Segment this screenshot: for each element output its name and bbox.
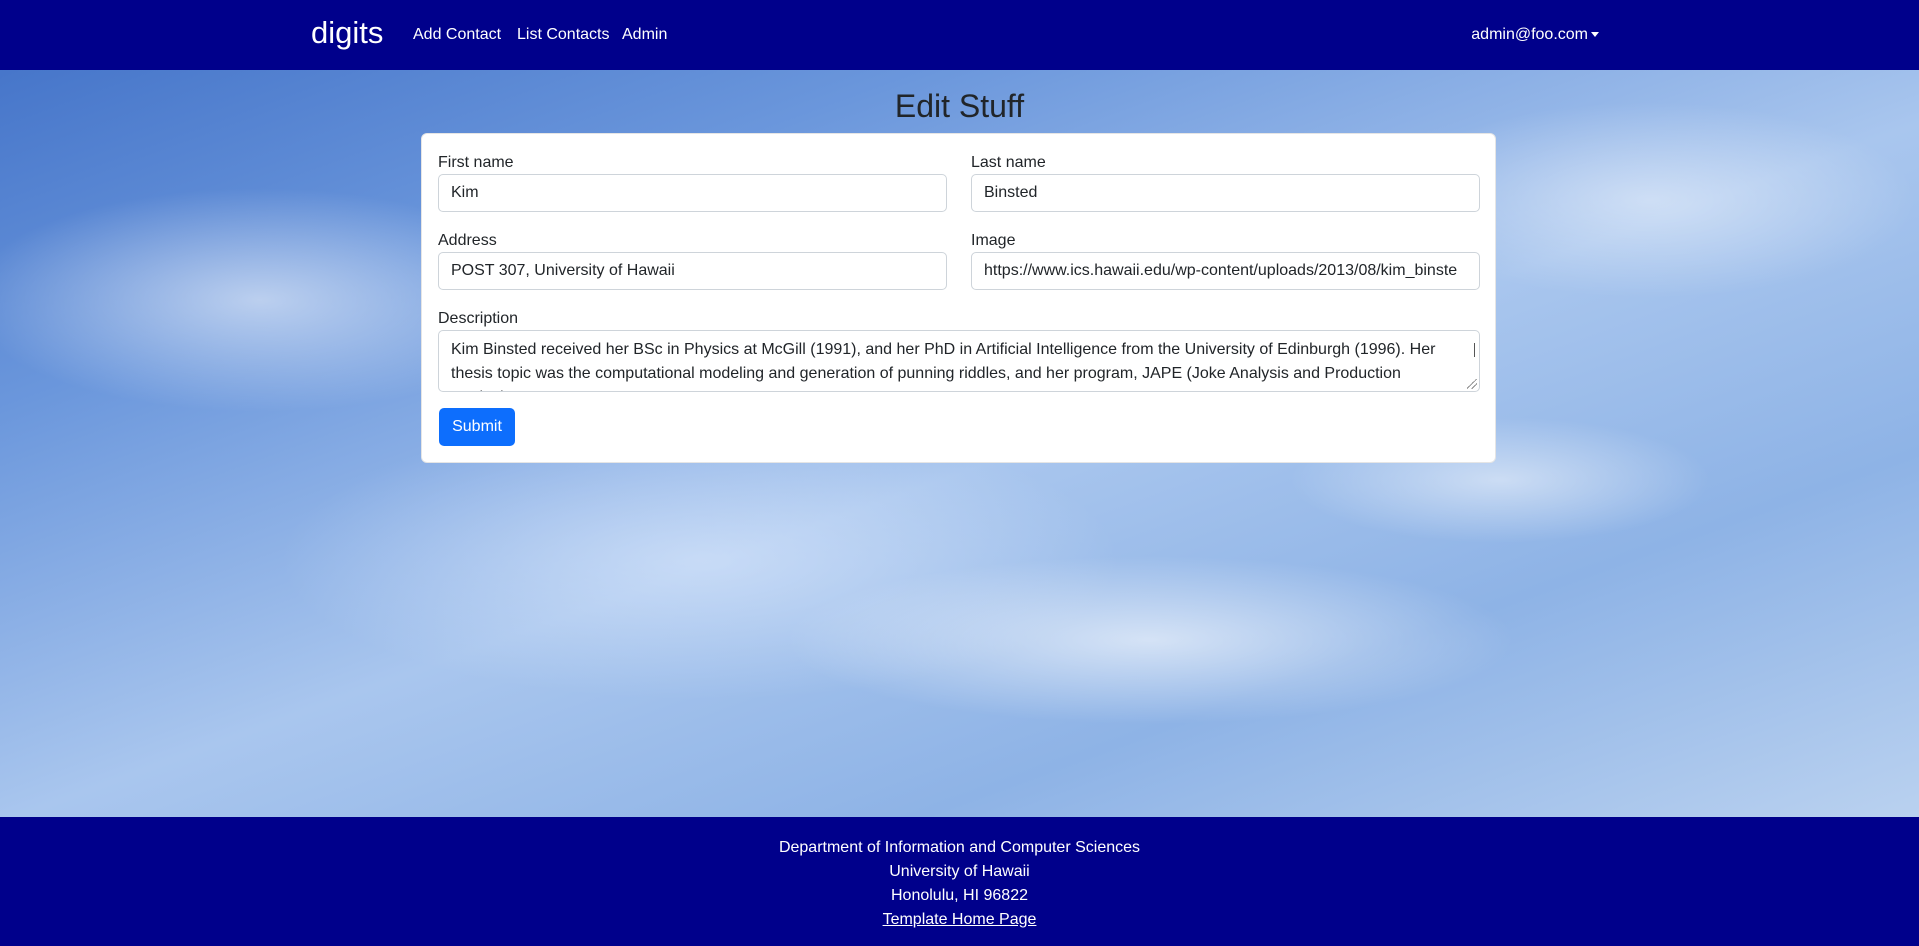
address-input[interactable]: POST 307, University of Hawaii <box>438 252 947 290</box>
user-email: admin@foo.com <box>1471 26 1588 43</box>
nav-add-contact[interactable]: Add Contact <box>413 25 501 45</box>
description-text: Kim Binsted received her BSc in Physics … <box>451 341 1436 391</box>
description-textarea[interactable]: Kim Binsted received her BSc in Physics … <box>438 330 1480 392</box>
caret-down-icon <box>1591 32 1599 38</box>
footer: Department of Information and Computer S… <box>0 817 1919 946</box>
address-label: Address <box>438 232 497 249</box>
user-dropdown[interactable]: admin@foo.com <box>1471 25 1599 45</box>
footer-university: University of Hawaii <box>889 863 1030 880</box>
description-label: Description <box>438 310 519 327</box>
text-cursor <box>1474 343 1475 357</box>
edit-form-card: First name Kim Last name Binsted Address… <box>421 133 1496 463</box>
first-name-input[interactable]: Kim <box>438 174 947 212</box>
image-label: Image <box>971 232 1016 249</box>
last-name-label: Last name <box>971 154 1046 171</box>
footer-department: Department of Information and Computer S… <box>778 839 1141 856</box>
footer-location: Honolulu, HI 96822 <box>891 887 1028 904</box>
page-title: Edit Stuff <box>894 88 1025 124</box>
nav-list-contacts[interactable]: List Contacts <box>517 25 609 45</box>
submit-button[interactable]: Submit <box>439 408 515 446</box>
image-input[interactable]: https://www.ics.hawaii.edu/wp-content/up… <box>971 252 1480 290</box>
nav-admin[interactable]: Admin <box>622 25 667 45</box>
template-home-link[interactable]: Template Home Page <box>883 911 1037 928</box>
brand-logo[interactable]: digits <box>311 13 383 53</box>
resize-handle-icon[interactable] <box>1467 379 1477 389</box>
top-navbar: digits Add Contact List Contacts Admin a… <box>0 0 1919 70</box>
first-name-label: First name <box>438 154 514 171</box>
last-name-input[interactable]: Binsted <box>971 174 1480 212</box>
